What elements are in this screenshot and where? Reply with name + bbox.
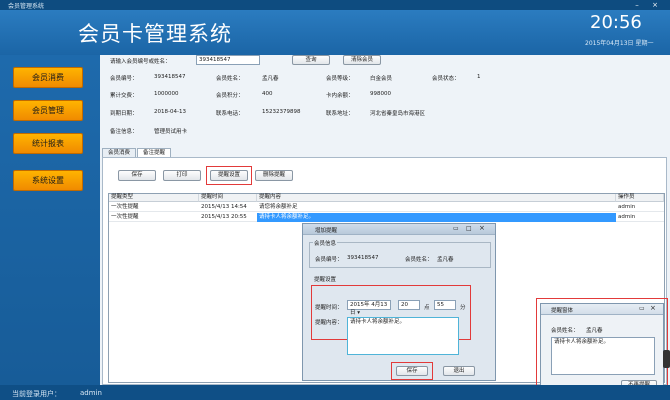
member-name-label: 会员姓名： xyxy=(216,76,244,82)
member-points-label: 会员积分： xyxy=(216,93,244,99)
cell-content-selected: 请持卡人将余额补足。 xyxy=(257,213,616,222)
alert-content-box[interactable]: 请持卡人将余额补足。 xyxy=(551,337,655,375)
alert-title: 提醒窗体 xyxy=(551,308,574,314)
remind-minute-input[interactable]: 55 xyxy=(434,300,456,310)
member-remark-label: 备注信息： xyxy=(110,129,138,135)
member-phone-label: 联系电话： xyxy=(216,111,244,117)
cell-time: 2015/4/13 20:55 xyxy=(201,214,247,220)
member-balance-label: 卡内余额： xyxy=(326,93,354,99)
remind-date-picker[interactable]: 2015年 4月13日 ▾ xyxy=(347,300,391,316)
alert-minimize-icon[interactable]: ▭ xyxy=(639,305,645,312)
member-level-value: 白金会员 xyxy=(370,76,393,82)
member-address-value: 河北省秦皇岛市海港区 xyxy=(370,111,426,117)
sidebar-item-settings[interactable]: 系统设置 xyxy=(13,170,83,191)
highlight-remind-settings xyxy=(206,166,252,185)
minimize-button[interactable]: – xyxy=(632,1,642,9)
dialog-maximize-icon[interactable]: □ xyxy=(466,225,472,232)
remind-time-label: 提醒时间： xyxy=(315,305,343,311)
search-input[interactable]: 393418547 xyxy=(196,55,260,65)
status-user-value: admin xyxy=(80,389,102,397)
tab-remind[interactable]: 备注提醒 xyxy=(137,148,171,157)
member-remark-value: 管理员试用卡 xyxy=(154,129,188,135)
col-header-operator[interactable]: 操作员 xyxy=(616,194,664,202)
member-info-group-title: 会员信息 xyxy=(313,239,338,247)
alert-title-bar: 提醒窗体 ▭ × xyxy=(541,304,663,315)
member-id-value: 393418547 xyxy=(154,74,186,80)
clear-member-button[interactable]: 清除会员 xyxy=(343,55,381,65)
save-button[interactable]: 保存 xyxy=(118,170,156,181)
remind-content-textarea[interactable]: 请持卡人将余额补足。 xyxy=(347,317,459,355)
dialog-id-value: 393418547 xyxy=(347,255,379,261)
sidebar-item-manage[interactable]: 会员管理 xyxy=(13,100,83,121)
member-status-label: 会员状态： xyxy=(432,76,460,82)
add-remind-dialog: 增加提醒 ▭ □ × 会员信息 会员编号： 393418547 会员姓名： 孟凡… xyxy=(302,223,496,381)
dialog-name-label: 会员姓名： xyxy=(405,257,433,263)
cell-operator: admin xyxy=(618,204,636,210)
member-balance-value: 998000 xyxy=(370,91,391,97)
sidebar-item-report[interactable]: 统计报表 xyxy=(13,133,83,154)
dialog-name-value: 孟凡春 xyxy=(437,257,454,263)
alert-close-icon[interactable]: × xyxy=(650,304,656,312)
member-name-value: 孟凡春 xyxy=(262,76,279,82)
member-level-label: 会员等级： xyxy=(326,76,354,82)
member-points-value: 400 xyxy=(262,91,273,97)
dialog-title-bar: 增加提醒 ▭ □ × xyxy=(303,224,495,235)
tab-consume[interactable]: 会员消费 xyxy=(102,148,136,157)
member-expire-value: 2018-04-13 xyxy=(154,109,186,115)
close-button[interactable]: × xyxy=(650,1,660,9)
member-phone-value: 15232379898 xyxy=(262,109,301,115)
delete-remind-button[interactable]: 删除提醒 xyxy=(255,170,293,181)
edge-handle[interactable] xyxy=(663,350,670,368)
member-expire-label: 到期日期： xyxy=(110,111,138,117)
alert-dialog: 提醒窗体 ▭ × 会员姓名： 孟凡春 请持卡人将余额补足。 不再提醒 xyxy=(540,303,664,393)
window-title-bar: 会员管理系统 – × xyxy=(0,0,670,10)
member-spend-value: 1000000 xyxy=(154,91,179,97)
date-label: 2015年04月13日 星期一 xyxy=(585,40,654,47)
dialog-minimize-icon[interactable]: ▭ xyxy=(453,225,459,232)
alert-name-value: 孟凡春 xyxy=(586,328,603,334)
search-label: 请输入会员编号或姓名： xyxy=(110,59,171,65)
member-spend-label: 累计交费： xyxy=(110,93,138,99)
dialog-title: 增加提醒 xyxy=(315,228,338,234)
minute-unit: 分 xyxy=(460,305,466,311)
member-address-label: 联系地址： xyxy=(326,111,354,117)
sidebar-item-consume[interactable]: 会员消费 xyxy=(13,67,83,88)
cell-content: 请您将余额补足 xyxy=(259,204,298,210)
member-id-label: 会员编号： xyxy=(110,76,138,82)
table-row[interactable]: 一次性提醒 2015/4/13 20:55 请持卡人将余额补足。 admin xyxy=(109,213,664,222)
cell-operator: admin xyxy=(618,214,636,220)
dialog-exit-button[interactable]: 退出 xyxy=(443,366,475,376)
settings-group-title: 提醒设置 xyxy=(313,275,338,283)
dialog-close-icon[interactable]: × xyxy=(479,224,485,232)
member-status-value: 1 xyxy=(477,74,481,80)
remind-content-label: 提醒内容： xyxy=(315,320,343,326)
cell-type: 一次性提醒 xyxy=(111,204,139,210)
cell-time: 2015/4/13 14:54 xyxy=(201,204,247,210)
remind-hour-input[interactable]: 20 xyxy=(398,300,420,310)
status-user-label: 当前登录用户： xyxy=(12,390,61,398)
alert-name-label: 会员姓名： xyxy=(551,328,579,334)
dialog-id-label: 会员编号： xyxy=(315,257,343,263)
table-row[interactable]: 一次性提醒 2015/4/13 14:54 请您将余额补足 admin xyxy=(109,203,664,212)
col-header-time[interactable]: 提醒时间 xyxy=(199,194,257,202)
app-title: 会员卡管理系统 xyxy=(78,22,232,46)
hour-unit: 点 xyxy=(424,305,430,311)
query-button[interactable]: 查询 xyxy=(292,55,330,65)
status-bar: 当前登录用户： admin xyxy=(0,385,670,400)
col-header-content[interactable]: 提醒内容 xyxy=(257,194,616,202)
clock: 20:56 xyxy=(590,12,642,33)
print-button[interactable]: 打印 xyxy=(163,170,201,181)
window-title: 会员管理系统 xyxy=(8,3,45,10)
dialog-save-button[interactable]: 保存 xyxy=(396,366,428,376)
col-header-type[interactable]: 提醒类型 xyxy=(109,194,199,202)
cell-type: 一次性提醒 xyxy=(111,214,139,220)
